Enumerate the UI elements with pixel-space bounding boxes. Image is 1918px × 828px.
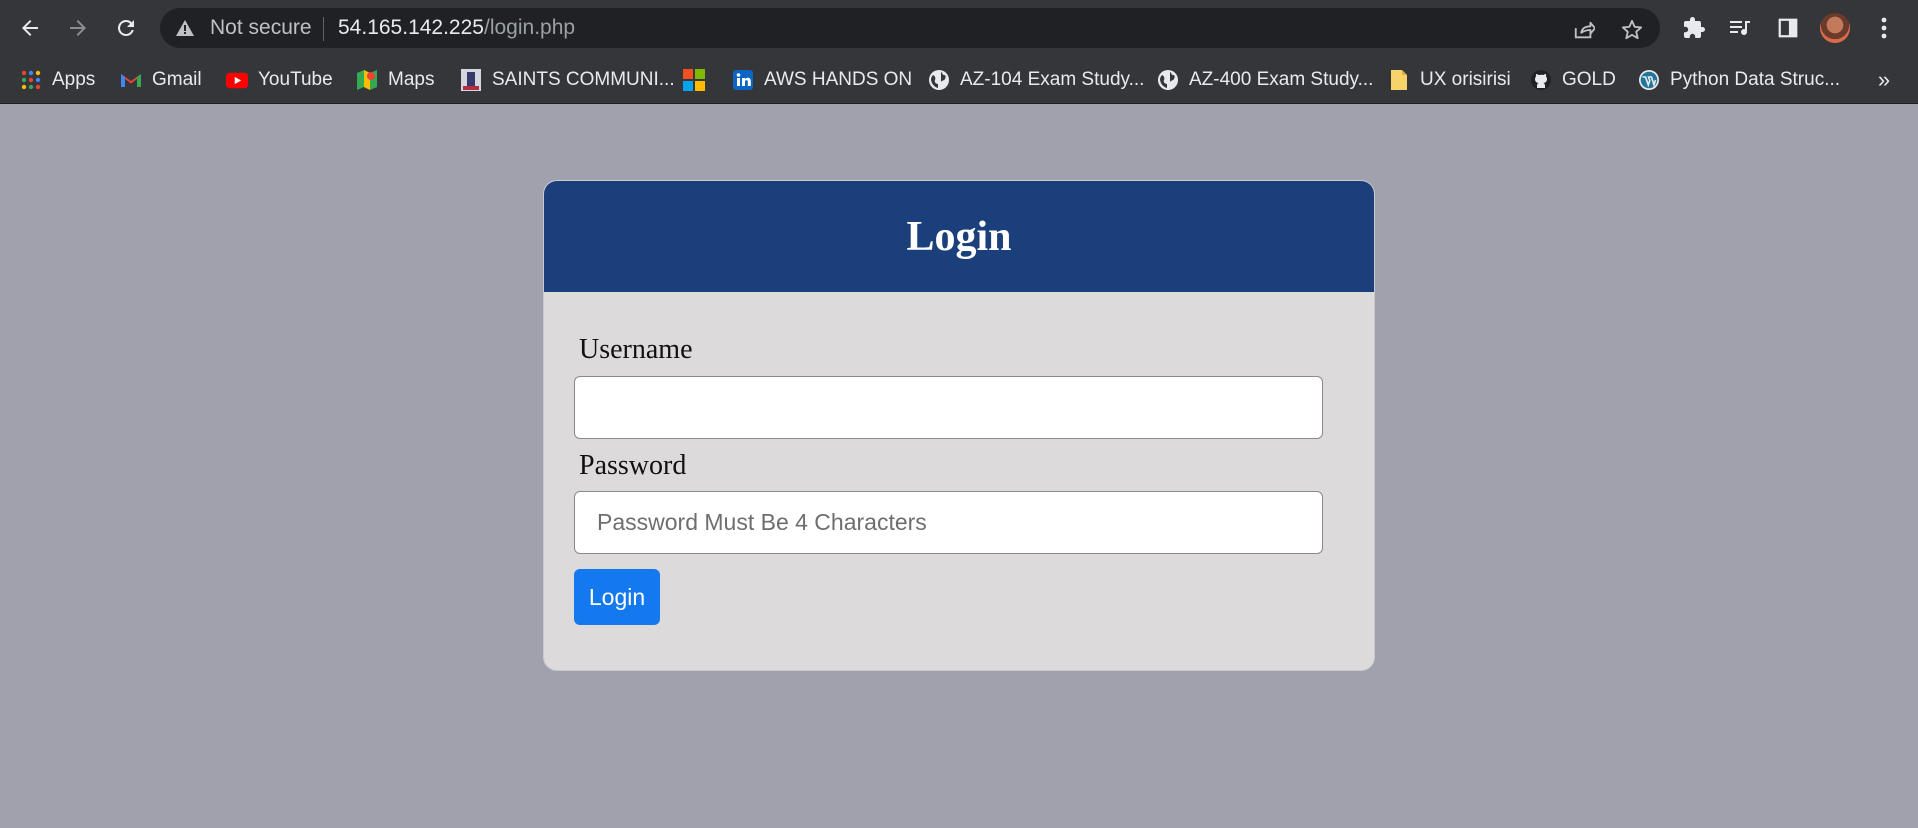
youtube-icon xyxy=(226,69,248,91)
bookmark-gmail[interactable]: Gmail xyxy=(120,66,202,94)
password-input[interactable] xyxy=(574,491,1323,554)
gmail-icon xyxy=(120,69,142,91)
media-queue-icon[interactable] xyxy=(1724,12,1756,44)
github-icon xyxy=(1530,69,1552,91)
extensions-icon[interactable] xyxy=(1678,12,1710,44)
page-title: Login xyxy=(906,213,1012,260)
security-status[interactable]: Not secure xyxy=(210,17,312,39)
url-host: 54.165.142.225 xyxy=(338,16,484,39)
microsoft-icon xyxy=(683,69,705,91)
username-label: Username xyxy=(579,334,693,365)
password-label: Password xyxy=(579,450,687,481)
saints-icon xyxy=(460,69,482,91)
back-arrow-icon xyxy=(22,20,38,36)
share-icon[interactable] xyxy=(1570,16,1598,44)
bookmark-gold[interactable]: GOLD xyxy=(1530,66,1616,94)
wordpress-icon xyxy=(1638,69,1660,91)
bookmark-apps[interactable]: Apps xyxy=(20,66,95,94)
forward-button[interactable] xyxy=(62,12,94,44)
bookmark-python[interactable]: Python Data Struc... xyxy=(1638,66,1840,94)
globe-icon xyxy=(1157,69,1179,91)
bookmark-label: AZ-400 Exam Study... xyxy=(1189,69,1374,90)
bookmark-label: YouTube xyxy=(258,69,333,90)
bookmark-label: Gmail xyxy=(152,69,202,90)
globe-icon xyxy=(928,69,950,91)
more-bookmarks-button[interactable]: » xyxy=(1870,66,1898,94)
login-card: Login Username Password Login xyxy=(543,180,1375,671)
apps-grid-icon xyxy=(20,69,42,91)
menu-kebab-icon[interactable] xyxy=(1868,12,1900,44)
reload-icon xyxy=(118,19,134,36)
profile-avatar[interactable] xyxy=(1820,13,1850,43)
bookmark-az400[interactable]: AZ-400 Exam Study... xyxy=(1157,66,1373,94)
bookmark-label: SAINTS COMMUNI... xyxy=(492,69,675,90)
login-button[interactable]: Login xyxy=(574,569,660,625)
forward-arrow-icon xyxy=(70,20,86,36)
linkedin-icon xyxy=(732,69,754,91)
bookmark-ux-orisirisi[interactable]: UX orisirisi xyxy=(1388,66,1511,94)
back-button[interactable] xyxy=(14,12,46,44)
folder-note-icon xyxy=(1388,69,1410,91)
bookmark-label: UX orisirisi xyxy=(1420,69,1511,90)
bookmark-saints[interactable]: SAINTS COMMUNI... xyxy=(460,66,675,94)
maps-icon xyxy=(356,69,378,91)
bookmark-label: Python Data Struc... xyxy=(1670,69,1841,90)
bookmark-microsoft[interactable] xyxy=(683,66,705,94)
side-panel-icon[interactable] xyxy=(1772,12,1804,44)
bookmark-label: Maps xyxy=(388,69,435,90)
address-bar[interactable]: Not secure 54.165.142.225/login.php xyxy=(160,8,1660,48)
bookmark-aws-hands-on[interactable]: AWS HANDS ON xyxy=(732,66,912,94)
bookmark-youtube[interactable]: YouTube xyxy=(226,66,333,94)
omnibox-divider xyxy=(323,17,324,41)
bookmark-star-icon[interactable] xyxy=(1618,16,1646,44)
browser-toolbar: Not secure 54.165.142.225/login.php xyxy=(0,0,1918,56)
bookmarks-bar: Apps Gmail YouTube Maps SAINTS COMMUNI..… xyxy=(0,56,1918,104)
bookmark-maps[interactable]: Maps xyxy=(356,66,434,94)
bookmark-label: AWS HANDS ON xyxy=(764,69,913,90)
reload-button[interactable] xyxy=(110,12,142,44)
bookmark-label: GOLD xyxy=(1562,69,1616,90)
url-text[interactable]: 54.165.142.225/login.php xyxy=(338,17,575,39)
username-input[interactable] xyxy=(574,376,1323,439)
warning-icon[interactable] xyxy=(174,17,196,39)
bookmark-label: Apps xyxy=(52,69,96,90)
login-card-header: Login xyxy=(544,181,1374,292)
bookmark-label: AZ-104 Exam Study... xyxy=(960,69,1145,90)
bookmark-az104[interactable]: AZ-104 Exam Study... xyxy=(928,66,1144,94)
url-path: /login.php xyxy=(483,16,576,39)
